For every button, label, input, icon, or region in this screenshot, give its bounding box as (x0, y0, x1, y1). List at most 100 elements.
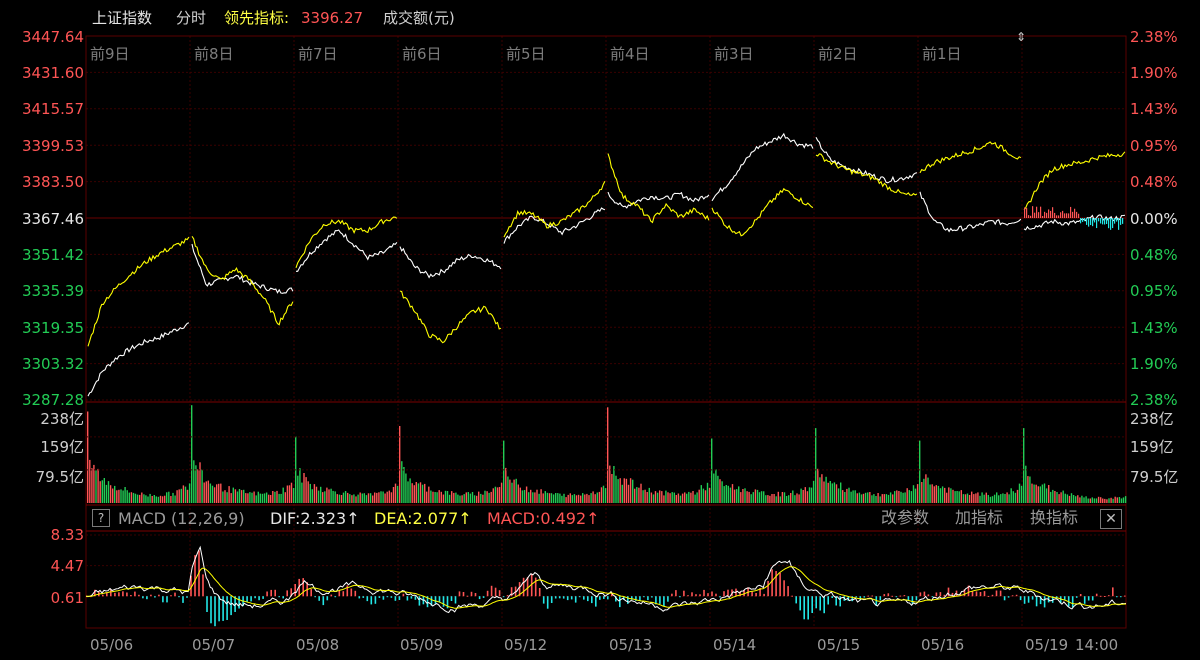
volume-bar (155, 496, 157, 503)
macd-bar (903, 595, 906, 597)
volume-bar (837, 488, 840, 503)
macd-bar (895, 596, 898, 598)
macd-bar (266, 591, 268, 597)
intraday-bar (1046, 212, 1048, 218)
volume-bar (180, 488, 182, 503)
leading-line-segment (399, 290, 502, 344)
volume-bar (746, 491, 748, 503)
macd-name[interactable]: MACD (12,26,9) (118, 510, 245, 528)
add-indicator-button[interactable]: 加指标 (955, 509, 1003, 527)
macd-bar (599, 596, 601, 600)
stock-chart[interactable]: 上证指数 分时 领先指标: 3396.27 成交额(元) ⇕ 3447.64 3… (0, 0, 1200, 660)
volume-bar (1085, 496, 1087, 503)
volume-bar (908, 490, 910, 503)
macd-bar (1031, 596, 1034, 600)
macd-bar (1043, 596, 1046, 608)
volume-bar (87, 411, 89, 503)
volume-bar (436, 492, 438, 503)
volume-bar (588, 495, 590, 503)
volume-bar (600, 487, 603, 503)
volume-bar (230, 493, 232, 503)
volume-bar (515, 478, 517, 503)
macd-bar (583, 596, 585, 600)
volume-bar (284, 492, 286, 503)
volume-bar (365, 495, 368, 503)
volume-bar (457, 494, 459, 503)
volume-bar (692, 491, 694, 503)
mode-label[interactable]: 分时 (176, 8, 206, 28)
day-label: 前3日 (714, 45, 754, 63)
volume-bar (1012, 491, 1014, 503)
volume-bar (900, 491, 902, 503)
volume-bar (1056, 492, 1058, 503)
volume-bar (594, 494, 596, 503)
volume-bar (636, 487, 638, 503)
volume-bar (946, 492, 948, 503)
volume-bar (898, 491, 900, 503)
volume-bar (521, 490, 524, 503)
intraday-bar (1058, 215, 1060, 218)
volume-bar (1035, 484, 1037, 503)
macd-bar (322, 596, 325, 606)
volume-axis-label: 238亿 (1130, 410, 1174, 428)
volume-bar (548, 493, 551, 503)
volume-bar (139, 494, 141, 503)
volume-bar (883, 494, 885, 503)
macd-bar (779, 572, 781, 597)
volume-bar (1008, 494, 1010, 503)
intraday-bar (1100, 218, 1102, 224)
macd-bar (418, 596, 421, 606)
volume-bar (136, 494, 139, 503)
volume-bar (873, 494, 875, 503)
volume-bar (729, 487, 732, 503)
macd-bar (510, 587, 513, 597)
volume-bar (804, 487, 806, 503)
macd-bar (318, 596, 320, 601)
volume-bar (297, 475, 299, 503)
intraday-bar (1080, 218, 1082, 224)
price-axis-label: 3303.32 (21, 355, 84, 373)
volume-bar (528, 492, 530, 503)
volume-bar (411, 483, 413, 503)
volume-bar (1020, 485, 1023, 503)
volume-bar (964, 494, 967, 503)
edit-params-button[interactable]: 改参数 (881, 509, 929, 527)
volume-bar (671, 492, 673, 503)
volume-bar (573, 494, 576, 503)
macd-bar (803, 596, 805, 620)
chart-canvas[interactable] (0, 0, 1200, 660)
volume-bar (1077, 495, 1079, 503)
volume-bar (164, 495, 166, 503)
volume-bar (956, 491, 958, 503)
volume-bar (114, 485, 116, 503)
intraday-bar (1074, 208, 1076, 218)
volume-bar (731, 484, 734, 503)
volume-bar (116, 490, 118, 503)
help-icon[interactable]: ? (92, 509, 110, 527)
volume-bar (675, 495, 677, 503)
volume-bar (222, 491, 224, 503)
volume-bar (785, 496, 788, 503)
intraday-bar (1082, 218, 1084, 222)
up-down-arrows-icon[interactable]: ⇕ (1015, 30, 1027, 44)
volume-bar (122, 490, 124, 503)
macd-bar (1003, 596, 1006, 601)
volume-bar (1100, 497, 1102, 503)
volume-bar (170, 496, 172, 503)
volume-bar (1025, 465, 1027, 503)
switch-indicator-button[interactable]: 换指标 (1030, 509, 1078, 527)
macd-bar (310, 589, 312, 597)
volume-bar (563, 493, 565, 503)
close-icon[interactable]: ✕ (1100, 509, 1122, 529)
volume-bar (592, 491, 594, 503)
intraday-bar (1056, 215, 1058, 218)
volume-bar (442, 494, 445, 503)
macd-bar (558, 596, 561, 599)
intraday-bar (1050, 210, 1052, 218)
pct-axis-label: 0.48% (1130, 173, 1178, 191)
macd-bar (1019, 596, 1022, 601)
macd-bar (723, 591, 725, 597)
macd-bar (1027, 596, 1030, 603)
intraday-bar (1094, 218, 1096, 223)
volume-bar (282, 487, 284, 503)
